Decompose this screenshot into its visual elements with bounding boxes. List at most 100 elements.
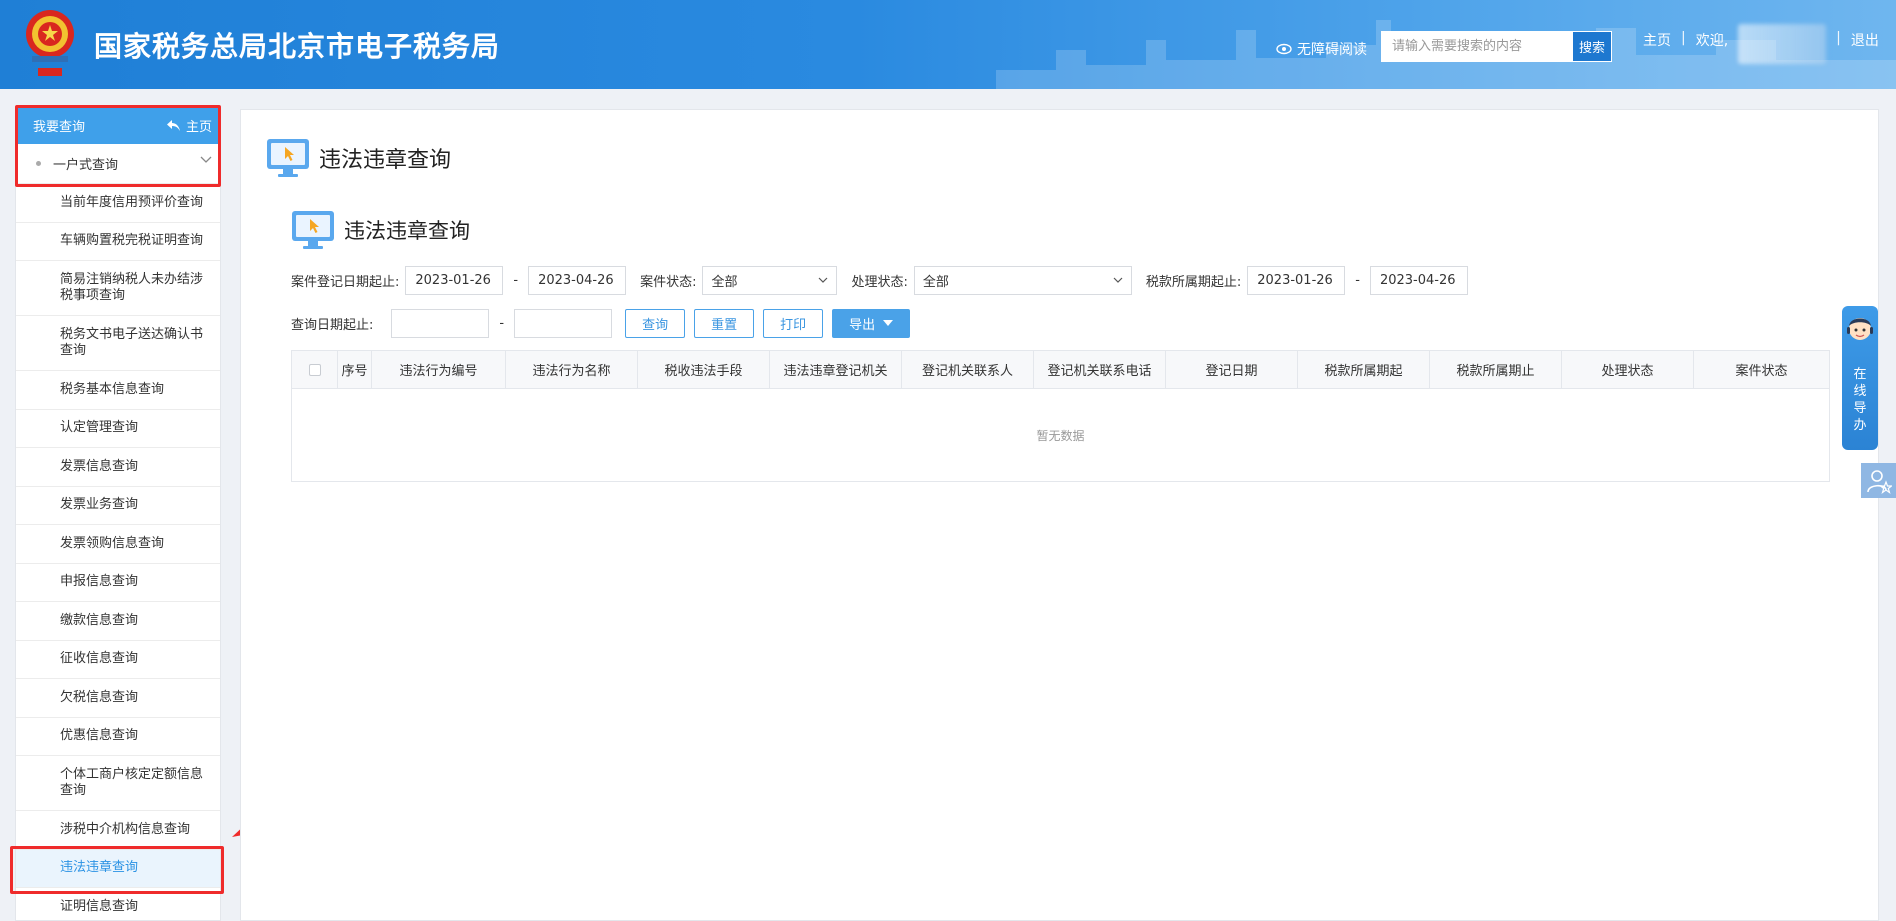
select-all-cell bbox=[292, 351, 338, 388]
sidebar-item-vehicle-tax-certificate[interactable]: 车辆购置税完税证明查询 bbox=[16, 223, 220, 261]
date-range-dash: - bbox=[499, 315, 505, 331]
welcome-text: 欢迎, bbox=[1695, 33, 1729, 49]
query-button[interactable]: 查询 bbox=[625, 308, 686, 338]
site-title: 国家税务总局北京市电子税务局 bbox=[94, 30, 501, 63]
caret-down-icon bbox=[883, 320, 894, 326]
query-date-label: 查询日期起止: bbox=[291, 317, 374, 333]
tax-emblem-logo bbox=[26, 10, 74, 76]
search-input[interactable] bbox=[1382, 32, 1572, 61]
query-date-end-input[interactable] bbox=[514, 308, 613, 338]
select-all-checkbox[interactable] bbox=[308, 363, 321, 376]
column-header: 案件状态 bbox=[1735, 364, 1788, 379]
sidebar-item-tax-arrears[interactable]: 欠税信息查询 bbox=[16, 679, 220, 718]
chevron-down-icon bbox=[200, 156, 212, 163]
site-header: 国家税务总局北京市电子税务局 无障碍阅读 搜索 主页 | 欢迎, | 退出 bbox=[0, 0, 1896, 89]
column-header: 登记机关联系电话 bbox=[1034, 351, 1166, 388]
case-status-value: 全部 bbox=[711, 274, 738, 290]
sidebar-item-basic-tax-info[interactable]: 税务基本信息查询 bbox=[16, 371, 220, 410]
filter-form: 案件登记日期起止: 2023-01-26 - 2023-04-26 案件状态: … bbox=[291, 265, 1851, 351]
sidebar-item-preferential-info[interactable]: 优惠信息查询 bbox=[16, 718, 220, 756]
sidebar-item-invoice-purchase[interactable]: 发票领购信息查询 bbox=[16, 525, 220, 564]
section-title-text: 违法违章查询 bbox=[344, 219, 470, 243]
online-guide-label: 在 线 导 办 bbox=[1842, 366, 1878, 434]
tax-period-label: 税款所属期起止: bbox=[1145, 274, 1242, 290]
assistant-avatar-icon bbox=[1847, 318, 1873, 340]
back-arrow-icon bbox=[166, 120, 180, 131]
sidebar-home-label: 主页 bbox=[185, 120, 212, 135]
sidebar-item-violations[interactable]: 违法违章查询 bbox=[16, 849, 220, 888]
date-range-dash: - bbox=[1355, 272, 1360, 288]
eye-icon bbox=[1276, 43, 1292, 55]
sidebar: 我要查询 主页 一户式查询 当前年度信用预评价查询 车辆购置税完税证明查询 简易… bbox=[15, 106, 221, 921]
main-panel: 违法违章查询 违法违章查询 案件登记日期起止: 2023-01-26 - 202… bbox=[240, 109, 1879, 921]
print-button[interactable]: 打印 bbox=[763, 308, 824, 338]
home-link[interactable]: 主页 bbox=[1643, 30, 1671, 50]
separator: | bbox=[1836, 30, 1841, 46]
sidebar-group-label: 一户式查询 bbox=[53, 158, 119, 173]
logout-link[interactable]: 退出 bbox=[1851, 30, 1879, 50]
user-favorite-button[interactable] bbox=[1861, 463, 1896, 498]
case-date-start-input[interactable]: 2023-01-26 bbox=[405, 265, 504, 295]
online-guide-char: 在 bbox=[1853, 367, 1867, 382]
online-guide-button[interactable]: 在 线 导 办 bbox=[1842, 306, 1878, 450]
case-date-end-input[interactable]: 2023-04-26 bbox=[528, 265, 627, 295]
sidebar-header: 我要查询 主页 bbox=[16, 107, 220, 144]
query-date-start-input[interactable] bbox=[391, 308, 490, 338]
sidebar-item-credit-pre-evaluation[interactable]: 当前年度信用预评价查询 bbox=[16, 184, 220, 223]
sidebar-item-certificate-info[interactable]: 证明信息查询 bbox=[16, 888, 220, 920]
column-header: 违法行为名称 bbox=[506, 351, 638, 388]
online-guide-char: 导 bbox=[1853, 401, 1867, 416]
case-status-select[interactable]: 全部 bbox=[702, 265, 838, 295]
chevron-down-icon bbox=[1113, 277, 1123, 283]
online-guide-char: 线 bbox=[1853, 384, 1867, 399]
table-header: 序号 违法行为编号 违法行为名称 税收违法手段 违法违章登记机关 登记机关联系人… bbox=[292, 351, 1829, 389]
sidebar-item-payment-info[interactable]: 缴款信息查询 bbox=[16, 602, 220, 641]
page-title-text: 违法违章查询 bbox=[319, 148, 452, 173]
online-guide-char: 办 bbox=[1853, 418, 1867, 433]
sidebar-item-invoice-info[interactable]: 发票信息查询 bbox=[16, 448, 220, 487]
column-header: 违法违章登记机关 bbox=[770, 351, 902, 388]
page-title: 违法违章查询 bbox=[266, 138, 451, 178]
date-range-dash: - bbox=[513, 272, 519, 288]
sidebar-item-declaration-info[interactable]: 申报信息查询 bbox=[16, 564, 220, 602]
reset-button[interactable]: 重置 bbox=[694, 308, 755, 338]
tax-period-end-input[interactable]: 2023-04-26 bbox=[1369, 265, 1468, 295]
violations-table: 序号 违法行为编号 违法行为名称 税收违法手段 违法违章登记机关 登记机关联系人… bbox=[291, 350, 1830, 482]
sidebar-item-collection-info[interactable]: 征收信息查询 bbox=[16, 641, 220, 679]
monitor-cursor-icon bbox=[267, 139, 309, 177]
chevron-down-icon bbox=[819, 277, 828, 283]
sidebar-item-electronic-delivery[interactable]: 税务文书电子送达确认书查询 bbox=[16, 316, 220, 371]
handle-status-select[interactable]: 全部 bbox=[913, 265, 1132, 295]
column-header: 登记机关联系人 bbox=[902, 351, 1034, 388]
filter-row-1: 案件登记日期起止: 2023-01-26 - 2023-04-26 案件状态: … bbox=[291, 265, 1851, 295]
sidebar-item-tax-agency[interactable]: 涉税中介机构信息查询 bbox=[16, 811, 220, 850]
filter-row-2: 查询日期起止: - 查询 重置 打印 导出 bbox=[291, 308, 1851, 338]
accessibility-reading-link[interactable]: 无障碍阅读 bbox=[1276, 39, 1367, 59]
column-header: 序号 bbox=[338, 351, 372, 388]
accessibility-label: 无障碍阅读 bbox=[1297, 42, 1367, 58]
user-star-icon bbox=[1866, 469, 1892, 494]
export-label: 导出 bbox=[849, 317, 876, 333]
top-links: 主页 | 欢迎, | 退出 bbox=[1643, 24, 1879, 64]
sidebar-item-individual-quota[interactable]: 个体工商户核定定额信息查询 bbox=[16, 756, 220, 811]
section-title: 违法违章查询 bbox=[291, 210, 470, 250]
tax-period-start-input[interactable]: 2023-01-26 bbox=[1247, 265, 1346, 295]
sidebar-section-title: 我要查询 bbox=[33, 120, 86, 135]
search-button[interactable]: 搜索 bbox=[1572, 32, 1611, 61]
column-header: 税收违法手段 bbox=[638, 351, 770, 388]
table-empty-state: 暂无数据 bbox=[1036, 428, 1085, 443]
sidebar-item-simple-deregistration[interactable]: 简易注销纳税人未办结涉税事项查询 bbox=[16, 261, 220, 316]
sidebar-group-one-stop-query[interactable]: 一户式查询 bbox=[16, 144, 220, 184]
sidebar-home-link[interactable]: 主页 bbox=[166, 116, 212, 135]
separator: | bbox=[1681, 30, 1686, 46]
handle-status-value: 全部 bbox=[922, 274, 949, 290]
sidebar-item-recognition-management[interactable]: 认定管理查询 bbox=[16, 410, 220, 448]
column-header: 处理状态 bbox=[1562, 351, 1694, 388]
column-header: 违法行为编号 bbox=[372, 351, 506, 388]
handle-status-label: 处理状态: bbox=[851, 274, 908, 290]
column-header: 登记日期 bbox=[1166, 351, 1298, 388]
export-button[interactable]: 导出 bbox=[832, 308, 911, 338]
sidebar-item-invoice-business[interactable]: 发票业务查询 bbox=[16, 487, 220, 525]
column-header: 税款所属期止 bbox=[1430, 351, 1562, 388]
bullet-icon bbox=[36, 161, 41, 166]
